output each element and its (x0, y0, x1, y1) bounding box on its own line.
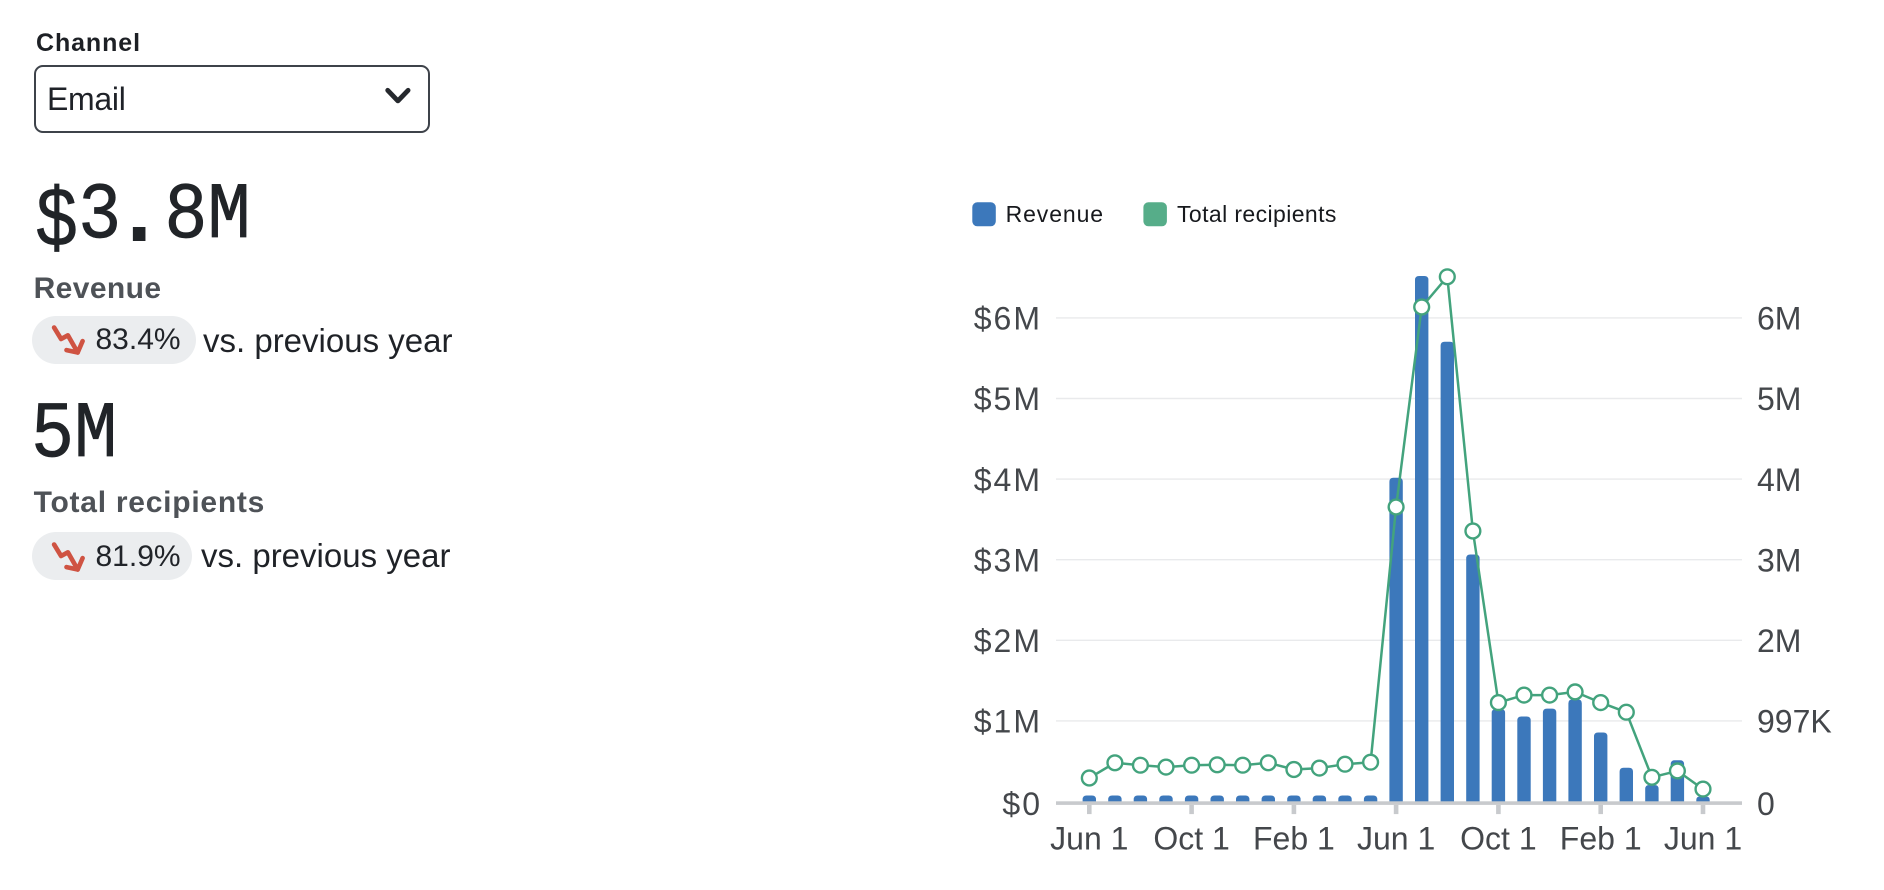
svg-text:997K: 997K (1757, 704, 1832, 740)
svg-text:$1M: $1M (974, 704, 1042, 740)
svg-text:Jun 1: Jun 1 (1664, 821, 1742, 857)
svg-text:2M: 2M (1757, 623, 1801, 659)
svg-text:3M: 3M (1757, 542, 1801, 578)
svg-text:Jun 1: Jun 1 (1050, 821, 1128, 857)
svg-text:$5M: $5M (974, 381, 1042, 417)
svg-text:4M: 4M (1757, 462, 1801, 498)
svg-text:$6M: $6M (974, 301, 1042, 337)
svg-text:Feb 1: Feb 1 (1253, 821, 1335, 857)
svg-text:0: 0 (1757, 786, 1775, 822)
svg-text:6M: 6M (1757, 301, 1801, 337)
svg-text:Revenue: Revenue (1006, 201, 1104, 227)
svg-text:$4M: $4M (974, 462, 1042, 498)
svg-text:Oct 1: Oct 1 (1460, 821, 1536, 857)
svg-text:5M: 5M (1757, 381, 1801, 417)
svg-text:$2M: $2M (974, 623, 1042, 659)
svg-text:$3M: $3M (974, 542, 1042, 578)
svg-text:Jun 1: Jun 1 (1357, 821, 1435, 857)
svg-text:Total recipients: Total recipients (1177, 201, 1337, 227)
svg-text:Oct 1: Oct 1 (1153, 821, 1229, 857)
svg-text:$0: $0 (1002, 786, 1042, 822)
svg-text:Feb 1: Feb 1 (1560, 821, 1642, 857)
